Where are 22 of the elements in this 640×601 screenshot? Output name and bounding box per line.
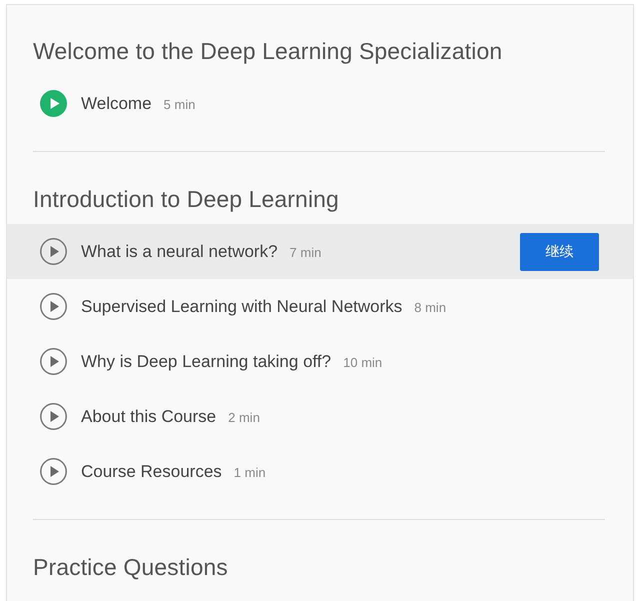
continue-button[interactable]: 继续 (520, 232, 599, 270)
lesson-title: What is a neural network? (81, 240, 278, 263)
section-title: Introduction to Deep Learning (33, 185, 339, 214)
lesson-duration: 1 min (234, 464, 266, 482)
lesson-row[interactable]: Why is Deep Learning taking off? 10 min (7, 334, 633, 389)
lesson-duration: 5 min (164, 96, 196, 114)
lesson-duration: 7 min (290, 244, 322, 262)
lesson-duration: 10 min (343, 354, 382, 372)
lesson-row[interactable]: Course Resources 1 min (7, 444, 633, 499)
lesson-title: Supervised Learning with Neural Networks (81, 296, 402, 318)
lesson-duration: 8 min (414, 299, 446, 318)
lesson-title: Why is Deep Learning taking off? (81, 350, 332, 373)
lesson-title: Course Resources (81, 460, 222, 483)
lesson-duration: 2 min (228, 409, 260, 428)
lesson-row[interactable]: Welcome 5 min (7, 76, 633, 131)
section-title: Welcome to the Deep Learning Specialization (33, 37, 502, 66)
section-title: Practice Questions (33, 553, 228, 582)
lesson-row[interactable]: Supervised Learning with Neural Networks 8 min (7, 279, 633, 334)
lesson-row[interactable]: What is a neural network? 7 min 继续 (7, 224, 633, 279)
lesson-row[interactable]: About this Course 2 min (7, 389, 633, 444)
lesson-title: Welcome (81, 92, 152, 115)
lesson-title: About this Course (81, 406, 216, 428)
